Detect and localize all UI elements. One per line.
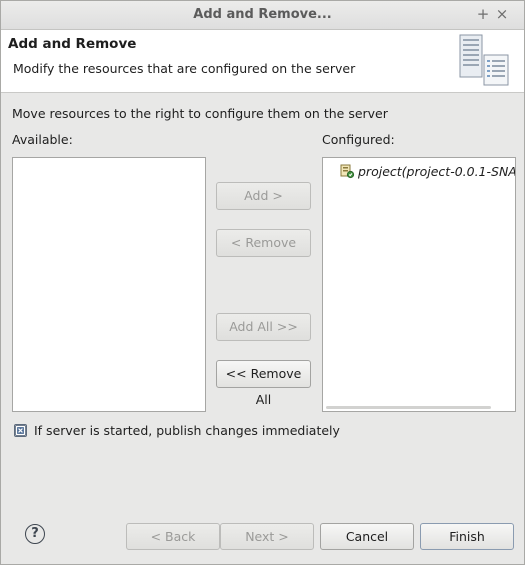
remove-button[interactable]: < Remove bbox=[216, 229, 311, 257]
horizontal-scrollbar[interactable] bbox=[326, 406, 491, 409]
server-config-icon bbox=[459, 34, 509, 86]
header-title: Add and Remove bbox=[8, 36, 137, 52]
add-all-button[interactable]: Add All >> bbox=[216, 313, 311, 341]
add-button[interactable]: Add > bbox=[216, 182, 311, 210]
next-button[interactable]: Next > bbox=[220, 523, 314, 550]
publish-checkbox[interactable] bbox=[14, 424, 27, 437]
close-button[interactable]: × bbox=[494, 5, 510, 23]
configured-item[interactable]: project(project-0.0.1-SNAPSHOT) bbox=[339, 163, 516, 179]
minimize-button[interactable]: + bbox=[475, 5, 491, 23]
add-remove-dialog: Add and Remove... + × Add and Remove Mod… bbox=[0, 0, 525, 565]
header-description: Modify the resources that are configured… bbox=[13, 61, 356, 76]
title-bar[interactable]: Add and Remove... + × bbox=[1, 1, 524, 30]
project-module-icon bbox=[340, 164, 355, 179]
configured-item-label: project(project-0.0.1-SNAPSHOT) bbox=[358, 164, 516, 179]
back-button[interactable]: < Back bbox=[126, 523, 220, 550]
instruction-text: Move resources to the right to configure… bbox=[12, 106, 388, 121]
configured-list[interactable]: project(project-0.0.1-SNAPSHOT) bbox=[322, 157, 516, 412]
available-list[interactable] bbox=[12, 157, 206, 412]
configured-label: Configured: bbox=[322, 132, 395, 147]
remove-all-button[interactable]: << Remove All bbox=[216, 360, 311, 407]
dialog-header: Add and Remove Modify the resources that… bbox=[1, 30, 524, 93]
finish-button[interactable]: Finish bbox=[420, 523, 514, 550]
help-icon[interactable]: ? bbox=[25, 524, 45, 544]
available-label: Available: bbox=[12, 132, 73, 147]
cancel-button[interactable]: Cancel bbox=[320, 523, 414, 550]
window-title: Add and Remove... bbox=[193, 7, 332, 22]
publish-checkbox-label: If server is started, publish changes im… bbox=[34, 423, 340, 438]
